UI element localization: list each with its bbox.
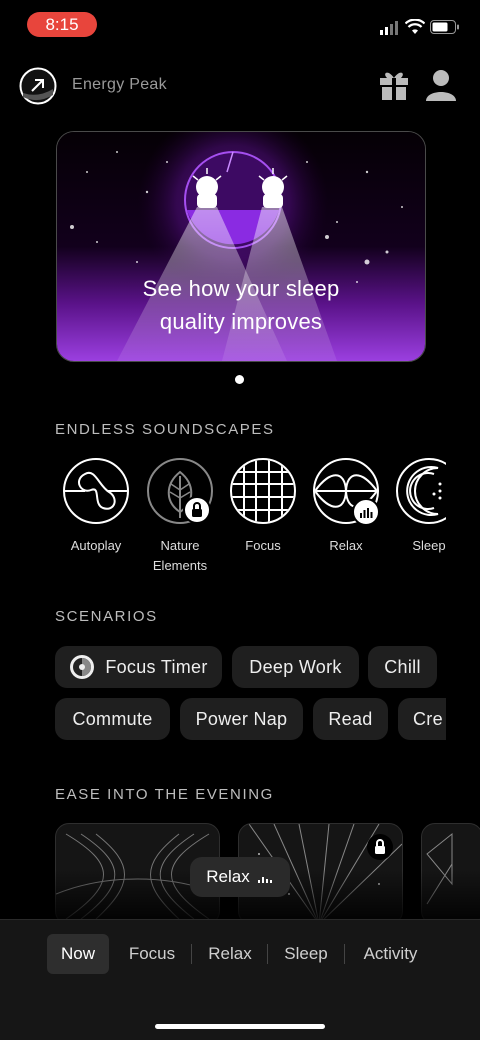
- home-indicator[interactable]: [155, 1024, 325, 1029]
- soundscape-relax[interactable]: Relax: [313, 458, 380, 556]
- chip-commute[interactable]: Commute: [55, 698, 170, 740]
- chip-focus-timer[interactable]: Focus Timer: [55, 646, 222, 688]
- status-time: 8:15: [27, 12, 97, 37]
- soundscapes-title: ENDLESS SOUNDSCAPES: [55, 421, 275, 438]
- now-playing-pill[interactable]: Relax: [190, 857, 290, 897]
- app-name: Energy Peak: [72, 76, 167, 93]
- tab-focus[interactable]: Focus: [122, 934, 182, 974]
- tab-now[interactable]: Now: [47, 934, 109, 974]
- lock-icon: [183, 496, 211, 524]
- soundscape-label: Focus: [245, 538, 281, 553]
- chip-create[interactable]: Cre: [398, 698, 446, 740]
- chip-read[interactable]: Read: [313, 698, 388, 740]
- user-icon[interactable]: [424, 67, 458, 106]
- tab-activity[interactable]: Activity: [353, 934, 428, 974]
- tab-label: Now: [60, 944, 95, 963]
- hero-banner[interactable]: See how your sleep quality improves: [56, 131, 426, 362]
- tab-label: Activity: [363, 944, 418, 963]
- soundscape-label: Nature: [160, 538, 200, 553]
- chip-label: Chill: [384, 656, 421, 677]
- chip-label: Deep Work: [249, 656, 342, 677]
- chip-deep-work[interactable]: Deep Work: [232, 646, 359, 688]
- equalizer-icon: [352, 498, 380, 526]
- equalizer-icon: [257, 877, 272, 883]
- chip-label: Read: [328, 708, 373, 729]
- tab-divider: [344, 944, 345, 964]
- chip-label: Commute: [72, 708, 153, 729]
- timer-icon: [70, 655, 95, 679]
- chip-power-nap[interactable]: Power Nap: [180, 698, 303, 740]
- signal-icon: [380, 21, 400, 40]
- tab-label: Sleep: [284, 944, 328, 963]
- wifi-icon: [404, 18, 426, 40]
- grid-icon: [230, 458, 296, 524]
- tab-label: Focus: [128, 944, 176, 963]
- soundscape-nature-elements[interactable]: Nature Elements: [147, 458, 213, 576]
- tab-sleep[interactable]: Sleep: [276, 934, 336, 974]
- hero-headline-line2: quality improves: [159, 309, 323, 334]
- tab-divider: [191, 944, 192, 964]
- carousel-dot[interactable]: [235, 375, 244, 384]
- soundscape-sleep[interactable]: Sleep: [396, 458, 446, 588]
- soundscape-autoplay[interactable]: Autoplay: [63, 458, 129, 556]
- soundscape-label: Autoplay: [70, 538, 122, 553]
- now-playing-label: Relax: [206, 867, 250, 886]
- evening-title: EASE INTO THE EVENING: [55, 786, 274, 803]
- autoplay-icon: [63, 458, 129, 524]
- hero-headline: See how your sleep quality improves: [57, 272, 425, 338]
- chip-chill[interactable]: Chill: [368, 646, 437, 688]
- scenarios-title: SCENARIOS: [55, 608, 158, 625]
- arrow-up-right-icon[interactable]: [19, 67, 57, 105]
- chip-label: Power Nap: [195, 708, 288, 729]
- chip-label: Focus Timer: [105, 656, 208, 677]
- soundscape-label: Relax: [329, 538, 363, 553]
- soundscape-label-2: Elements: [152, 558, 208, 573]
- soundscape-label: Sleep: [412, 538, 446, 553]
- hero-headline-line1: See how your sleep: [142, 276, 340, 301]
- tab-relax[interactable]: Relax: [200, 934, 260, 974]
- tab-label: Relax: [208, 944, 252, 963]
- lock-icon: [367, 834, 393, 860]
- moon-icon: [396, 458, 446, 524]
- chip-label: Cre: [413, 708, 443, 729]
- soundscape-focus[interactable]: Focus: [230, 458, 296, 556]
- battery-icon: [430, 20, 460, 40]
- gift-icon[interactable]: [378, 67, 410, 106]
- tab-divider: [267, 944, 268, 964]
